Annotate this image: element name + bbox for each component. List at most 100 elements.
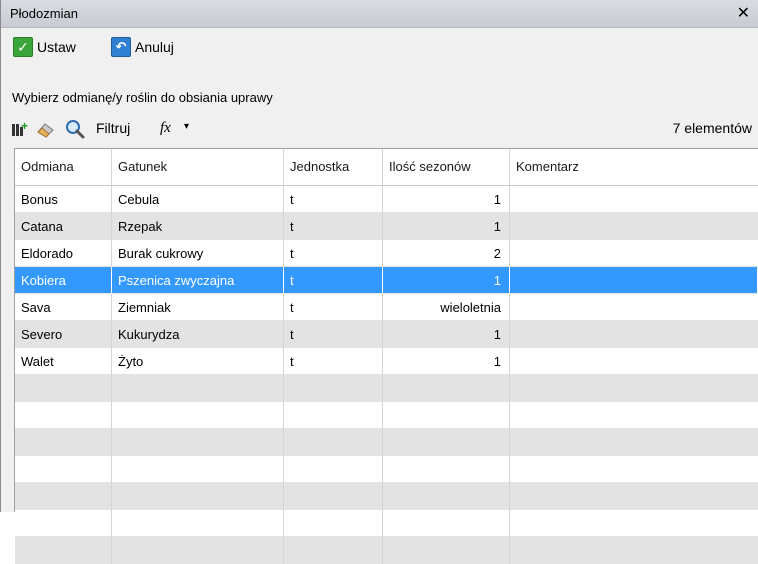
table-cell: t (284, 213, 383, 240)
table-cell (383, 375, 510, 402)
table-cell: wieloletnia (383, 294, 510, 321)
table-cell (383, 402, 510, 429)
column-header-ilosc-sezonow[interactable]: Ilość sezonów (383, 149, 510, 185)
column-header-gatunek[interactable]: Gatunek (112, 149, 284, 185)
cancel-button-label: Anuluj (135, 39, 174, 55)
column-header-komentarz[interactable]: Komentarz (510, 149, 758, 185)
empty-row (15, 456, 758, 483)
table-cell: Burak cukrowy (112, 240, 284, 267)
table-cell (284, 402, 383, 429)
function-icon[interactable]: fx (160, 120, 171, 137)
table-cell (15, 510, 112, 537)
table-row[interactable]: Sava Ziemniak t wieloletnia (15, 294, 758, 321)
table-cell (510, 402, 758, 429)
table-cell (510, 240, 758, 267)
table-cell: t (284, 240, 383, 267)
column-header-odmiana[interactable]: Odmiana (15, 149, 112, 185)
item-count: 7 elementów (672, 120, 752, 136)
table-cell: 1 (383, 213, 510, 240)
table-cell (510, 429, 758, 456)
table-cell: t (284, 294, 383, 321)
chevron-down-icon[interactable]: ▾ (184, 121, 189, 132)
table-cell (112, 402, 284, 429)
table-cell (510, 483, 758, 510)
table-cell (112, 510, 284, 537)
table-cell (510, 294, 758, 321)
table-cell: Severo (15, 321, 112, 348)
table-cell (15, 456, 112, 483)
table-cell: Catana (15, 213, 112, 240)
table-row[interactable]: Severo Kukurydza t 1 (15, 321, 758, 348)
table-cell: Ziemniak (112, 294, 284, 321)
table-row[interactable]: Eldorado Burak cukrowy t 2 (15, 240, 758, 267)
table-row[interactable]: Walet Żyto t 1 (15, 348, 758, 375)
table-cell (383, 429, 510, 456)
table-cell (284, 429, 383, 456)
empty-row (15, 429, 758, 456)
table-cell (15, 429, 112, 456)
table-cell (15, 483, 112, 510)
set-button-label: Ustaw (37, 39, 76, 55)
table-cell (112, 429, 284, 456)
empty-row (15, 483, 758, 510)
table-cell (510, 348, 758, 375)
table-cell: 1 (383, 321, 510, 348)
table-cell: Żyto (112, 348, 284, 375)
table-cell (383, 483, 510, 510)
cancel-button[interactable]: ↶ Anuluj (111, 37, 174, 57)
title-bar: Płodozmian ✕ (1, 0, 758, 28)
dialog-window: Płodozmian ✕ ✓ Ustaw ↶ Anuluj Wybierz od… (0, 0, 758, 564)
close-icon[interactable]: ✕ (737, 3, 750, 23)
table-cell (510, 375, 758, 402)
add-column-icon[interactable]: + (12, 119, 28, 136)
magnifier-icon[interactable] (64, 119, 88, 139)
table-cell: Cebula (112, 186, 284, 213)
table-cell (510, 267, 758, 294)
table-cell (510, 537, 758, 564)
action-toolbar: ✓ Ustaw ↶ Anuluj (1, 28, 758, 62)
set-button[interactable]: ✓ Ustaw (13, 37, 76, 57)
table-cell: t (284, 186, 383, 213)
table-row[interactable]: Catana Rzepak t 1 (15, 213, 758, 240)
empty-row (15, 510, 758, 537)
table-cell (383, 510, 510, 537)
filter-button[interactable]: Filtruj (96, 120, 130, 136)
table-cell (510, 510, 758, 537)
column-header-jednostka[interactable]: Jednostka (284, 149, 383, 185)
empty-row (15, 402, 758, 429)
table-cell: 1 (383, 348, 510, 375)
instruction-text: Wybierz odmianę/y roślin do obsiania upr… (12, 90, 273, 105)
empty-row (15, 537, 758, 564)
table-cell (15, 402, 112, 429)
table-cell (112, 483, 284, 510)
table-cell (383, 537, 510, 564)
table-cell (510, 186, 758, 213)
undo-icon: ↶ (111, 37, 131, 57)
table-cell: Pszenica zwyczajna (112, 267, 284, 294)
varieties-table: Odmiana Gatunek Jednostka Ilość sezonów … (14, 148, 758, 564)
check-icon: ✓ (13, 37, 33, 57)
table-cell: Walet (15, 348, 112, 375)
table-cell (383, 456, 510, 483)
table-cell (112, 537, 284, 564)
table-row[interactable]: Bonus Cebula t 1 (15, 186, 758, 213)
table-cell: Sava (15, 294, 112, 321)
table-cell (510, 321, 758, 348)
table-header: Odmiana Gatunek Jednostka Ilość sezonów … (15, 149, 758, 186)
table-cell: t (284, 321, 383, 348)
table-cell: Kobiera (15, 267, 112, 294)
eraser-icon[interactable] (36, 120, 56, 138)
table-cell (510, 456, 758, 483)
table-cell: 1 (383, 267, 510, 294)
empty-row (15, 375, 758, 402)
table-cell (15, 375, 112, 402)
table-cell: Eldorado (15, 240, 112, 267)
table-row[interactable]: Kobiera Pszenica zwyczajna t 1 (15, 267, 758, 294)
table-cell (284, 483, 383, 510)
table-cell (284, 456, 383, 483)
table-cell (284, 510, 383, 537)
table-cell (112, 375, 284, 402)
table-cell (510, 213, 758, 240)
table-cell: 1 (383, 186, 510, 213)
table-cell: 2 (383, 240, 510, 267)
